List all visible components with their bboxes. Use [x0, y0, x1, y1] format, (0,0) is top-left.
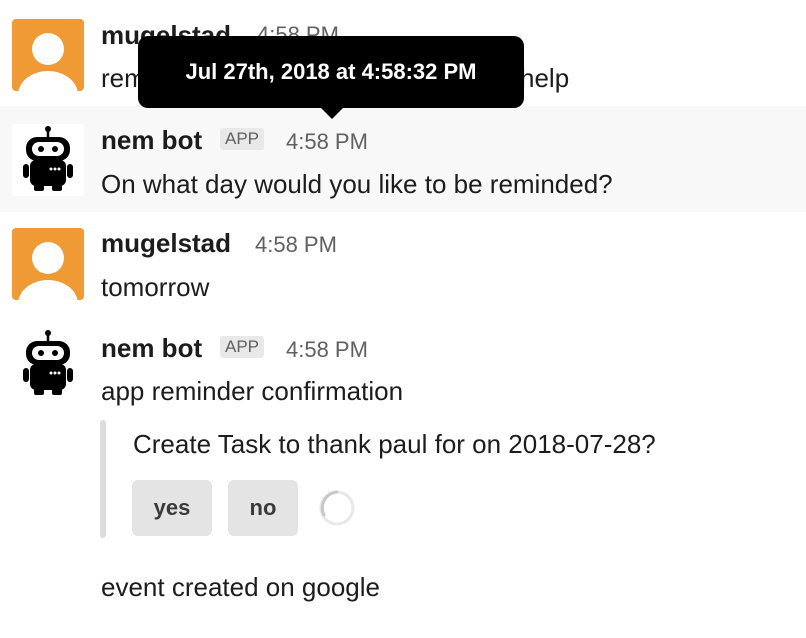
- author-name[interactable]: nem bot: [101, 125, 202, 155]
- author-name[interactable]: nem bot: [101, 333, 202, 363]
- bot-avatar[interactable]: [12, 124, 84, 196]
- message-text-end: help: [520, 63, 570, 93]
- message-text: On what day would you like to be reminde…: [101, 169, 613, 199]
- person-icon: [18, 242, 78, 300]
- yes-button[interactable]: yes: [132, 480, 212, 536]
- no-button[interactable]: no: [228, 480, 298, 536]
- attachment-border: [100, 420, 106, 538]
- message-text: tomorrow: [101, 272, 210, 302]
- robot-icon: [23, 330, 73, 395]
- message-row[interactable]: mugelstad 4:58 PM tomorrow: [0, 212, 806, 310]
- message-text: event created on google: [101, 572, 380, 602]
- loading-spinner-icon: [319, 490, 355, 526]
- robot-icon: [23, 126, 73, 191]
- author-name[interactable]: mugelstad: [101, 228, 231, 258]
- message-text: app reminder confirmation: [101, 376, 404, 406]
- timestamp-tooltip: Jul 27th, 2018 at 4:58:32 PM: [138, 36, 524, 119]
- message-timestamp[interactable]: 4:58 PM: [286, 337, 368, 363]
- app-badge: APP: [220, 128, 265, 150]
- message-timestamp[interactable]: 4:58 PM: [255, 232, 337, 258]
- user-avatar[interactable]: [12, 228, 84, 300]
- message-row[interactable]: nem bot APP 4:58 PM On what day would yo…: [0, 106, 806, 212]
- message-timestamp[interactable]: 4:58 PM: [286, 129, 368, 155]
- attachment-text: Create Task to thank paul for on 2018-07…: [133, 429, 656, 459]
- user-avatar[interactable]: [12, 19, 84, 91]
- app-badge: APP: [220, 336, 265, 358]
- bot-avatar[interactable]: [12, 328, 84, 400]
- person-icon: [18, 33, 78, 91]
